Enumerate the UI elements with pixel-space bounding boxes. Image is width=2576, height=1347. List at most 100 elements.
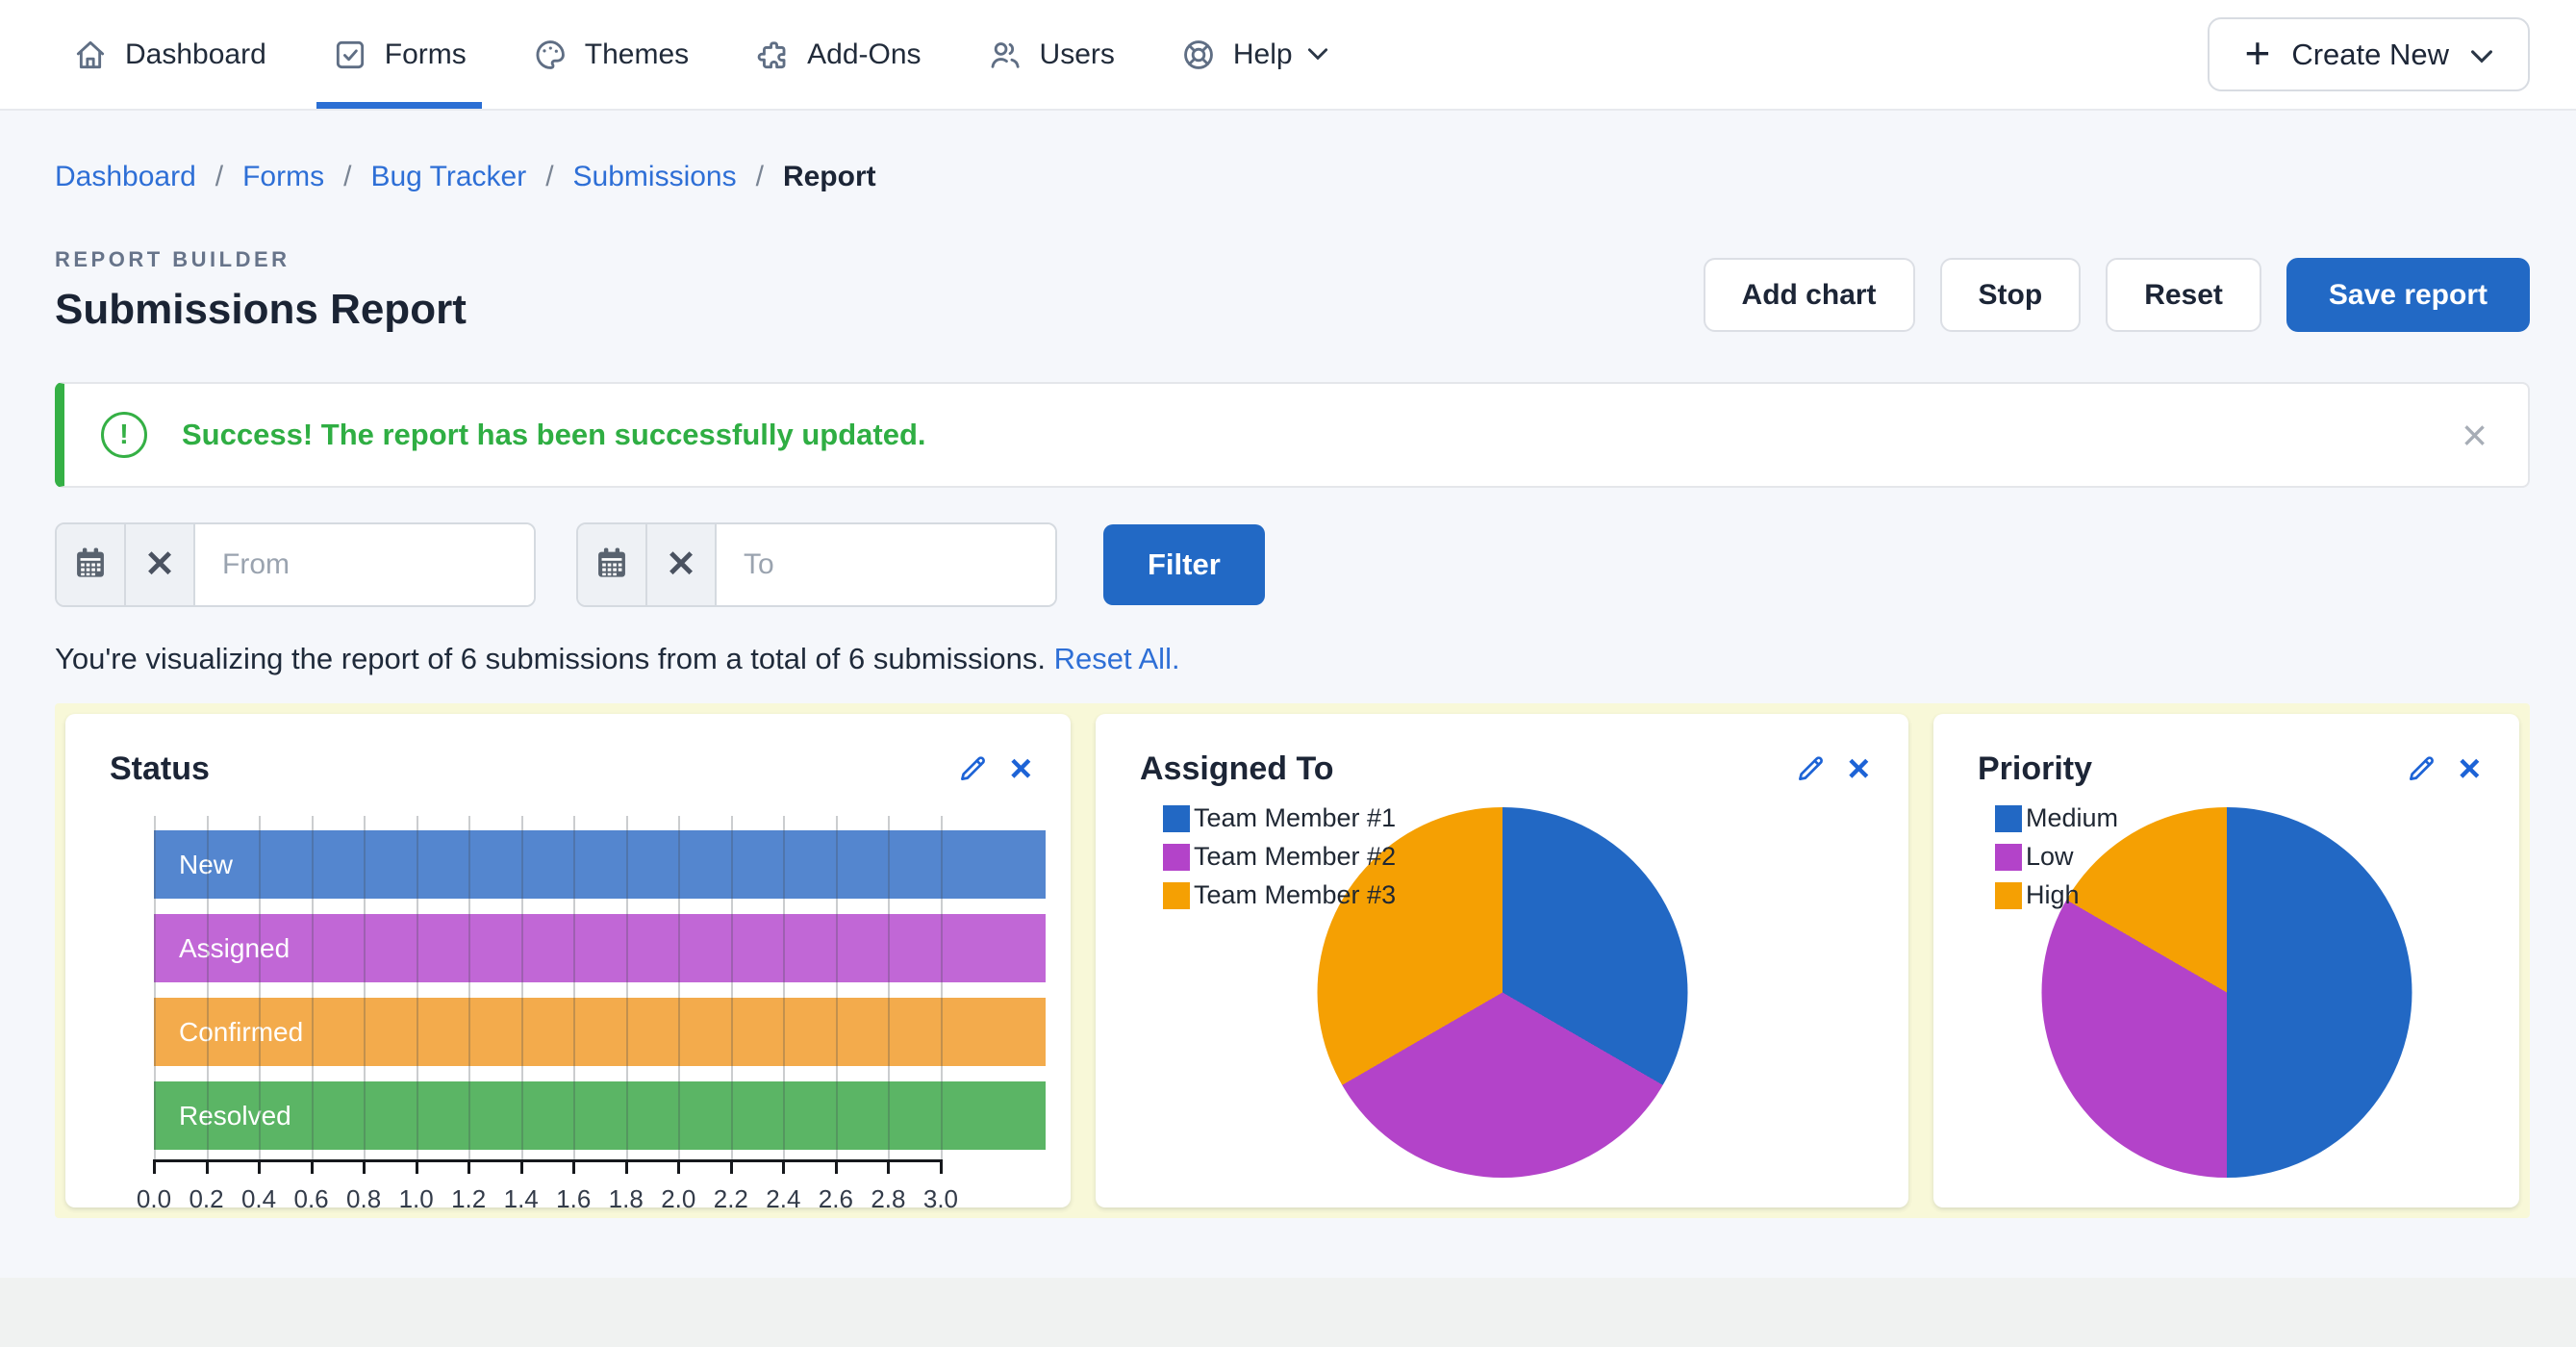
- filter-button[interactable]: Filter: [1103, 524, 1265, 605]
- report-builder-eyebrow: REPORT BUILDER: [55, 247, 467, 272]
- legend-swatch: [1995, 882, 2022, 909]
- axis-tick: [467, 1159, 470, 1174]
- chart-card-header: Status ×: [65, 714, 1071, 788]
- axis-tick-label: 1.0: [399, 1184, 434, 1214]
- legend-label: High: [2024, 880, 2080, 910]
- axis-tick-label: 2.8: [871, 1184, 905, 1214]
- to-calendar-button[interactable]: [578, 524, 647, 605]
- to-clear-button[interactable]: ✕: [647, 524, 717, 605]
- gridline: [731, 816, 733, 1159]
- success-icon: !: [101, 412, 147, 458]
- users-icon: [987, 37, 1023, 73]
- calendar-icon: [72, 545, 109, 586]
- edit-chart-icon[interactable]: [956, 752, 989, 785]
- x-axis-line: [154, 1159, 941, 1162]
- bar-row-confirmed: Confirmed: [154, 998, 1046, 1066]
- chart-legend: Team Member #1Team Member #2Team Member …: [1163, 803, 1396, 910]
- clear-icon: ✕: [666, 546, 696, 583]
- nav-item-users[interactable]: Users: [987, 0, 1115, 109]
- from-date-group: ✕: [55, 522, 536, 607]
- legend-item-medium: Medium: [1995, 803, 2118, 833]
- gridline: [888, 816, 890, 1159]
- axis-tick-label: 2.4: [766, 1184, 800, 1214]
- to-date-input[interactable]: [717, 524, 1055, 605]
- legend-label: Low: [2024, 842, 2074, 872]
- legend-swatch: [1163, 882, 1190, 909]
- breadcrumb-separator: /: [215, 161, 223, 193]
- page-title: Submissions Report: [55, 286, 467, 334]
- gridline: [836, 816, 838, 1159]
- status-bar-x-axis: 0.00.20.40.60.81.01.21.41.61.82.02.22.42…: [154, 1159, 1046, 1227]
- stop-button[interactable]: Stop: [1940, 258, 2082, 332]
- success-alert: ! Success! The report has been successfu…: [55, 382, 2530, 488]
- from-calendar-button[interactable]: [57, 524, 126, 605]
- bar-resolved: Resolved: [154, 1081, 1046, 1150]
- legend-swatch: [1995, 805, 2022, 832]
- home-icon: [72, 37, 109, 73]
- reset-button[interactable]: Reset: [2106, 258, 2261, 332]
- axis-tick-label: 2.0: [661, 1184, 695, 1214]
- legend-label: Team Member #3: [1192, 880, 1396, 910]
- to-date-group: ✕: [576, 522, 1057, 607]
- chart-card-actions: ×: [2405, 752, 2481, 785]
- legend-item-low: Low: [1995, 842, 2118, 872]
- axis-tick: [677, 1159, 680, 1174]
- axis-tick-label: 0.8: [346, 1184, 381, 1214]
- alert-close-icon[interactable]: ×: [2462, 413, 2488, 457]
- breadcrumb-link-dashboard[interactable]: Dashboard: [55, 161, 196, 193]
- save-report-button[interactable]: Save report: [2286, 258, 2530, 332]
- legend-swatch: [1163, 844, 1190, 871]
- breadcrumb-separator: /: [343, 161, 351, 193]
- chevron-down-icon: [1307, 47, 1328, 62]
- nav-item-help[interactable]: Help: [1180, 0, 1328, 109]
- help-icon: [1180, 37, 1217, 73]
- breadcrumb-link-bug-tracker[interactable]: Bug Tracker: [370, 161, 526, 193]
- bar-label: Assigned: [179, 933, 290, 964]
- remove-chart-icon[interactable]: ×: [2459, 753, 2481, 784]
- report-charts-area: Status × NewAssignedConfirmedResolved 0.…: [55, 703, 2530, 1218]
- edit-chart-icon[interactable]: [2405, 752, 2437, 785]
- nav-item-label: Users: [1040, 38, 1115, 71]
- legend-label: Medium: [2024, 803, 2118, 833]
- remove-chart-icon[interactable]: ×: [1848, 753, 1870, 784]
- breadcrumb: Dashboard/Forms/Bug Tracker/Submissions/…: [55, 161, 2530, 193]
- axis-tick-label: 1.4: [504, 1184, 539, 1214]
- footer-strip: [0, 1278, 2576, 1347]
- axis-tick: [835, 1159, 838, 1174]
- nav-item-label: Themes: [585, 38, 689, 71]
- axis-tick-label: 1.6: [556, 1184, 591, 1214]
- edit-chart-icon[interactable]: [1794, 752, 1827, 785]
- legend-label: Team Member #1: [1192, 803, 1396, 833]
- from-clear-button[interactable]: ✕: [126, 524, 195, 605]
- nav-item-forms[interactable]: Forms: [332, 0, 467, 109]
- axis-tick-label: 1.8: [609, 1184, 644, 1214]
- axis-tick: [572, 1159, 575, 1174]
- nav-item-add-ons[interactable]: Add-Ons: [754, 0, 921, 109]
- legend-item-high: High: [1995, 880, 2118, 910]
- breadcrumb-link-submissions[interactable]: Submissions: [573, 161, 737, 193]
- remove-chart-icon[interactable]: ×: [1010, 753, 1032, 784]
- gridline: [259, 816, 261, 1159]
- breadcrumb-link-forms[interactable]: Forms: [242, 161, 324, 193]
- forms-icon: [332, 37, 368, 73]
- reset-all-link[interactable]: Reset All.: [1054, 642, 1180, 675]
- axis-tick: [625, 1159, 628, 1174]
- gridline: [312, 816, 314, 1159]
- gridline: [521, 816, 523, 1159]
- priority-pie-chart: Medium Low High: [1933, 788, 2519, 1192]
- create-new-button[interactable]: + Create New: [2208, 17, 2530, 91]
- from-date-input[interactable]: [195, 524, 534, 605]
- chart-title: Priority: [1978, 750, 2092, 788]
- bar-label: Confirmed: [179, 1017, 303, 1048]
- gridline: [154, 816, 156, 1159]
- nav-item-label: Add-Ons: [807, 38, 921, 71]
- nav-item-label: Help: [1233, 38, 1293, 71]
- add-chart-button[interactable]: Add chart: [1704, 258, 1915, 332]
- bar-assigned: Assigned: [154, 914, 1046, 982]
- axis-tick-label: 1.2: [451, 1184, 486, 1214]
- nav-item-label: Forms: [385, 38, 467, 71]
- axis-tick: [258, 1159, 261, 1174]
- nav-item-themes[interactable]: Themes: [532, 0, 689, 109]
- nav-item-dashboard[interactable]: Dashboard: [72, 0, 266, 109]
- nav-item-label: Dashboard: [125, 38, 266, 71]
